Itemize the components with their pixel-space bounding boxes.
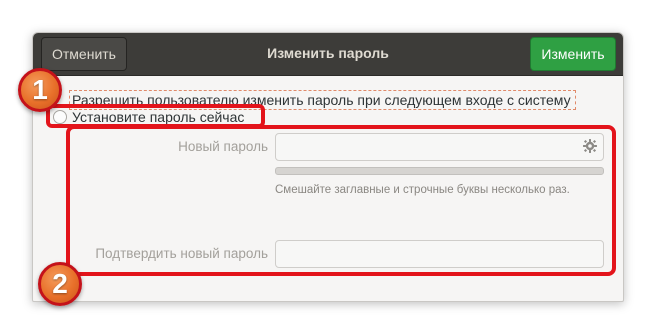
dialog-header: Отменить Изменить пароль Изменить	[33, 33, 623, 76]
step-badge-2: 2	[38, 262, 82, 306]
step-badge-1: 1	[18, 68, 62, 112]
highlight-password-fields	[66, 125, 616, 276]
change-button[interactable]: Изменить	[530, 37, 616, 71]
